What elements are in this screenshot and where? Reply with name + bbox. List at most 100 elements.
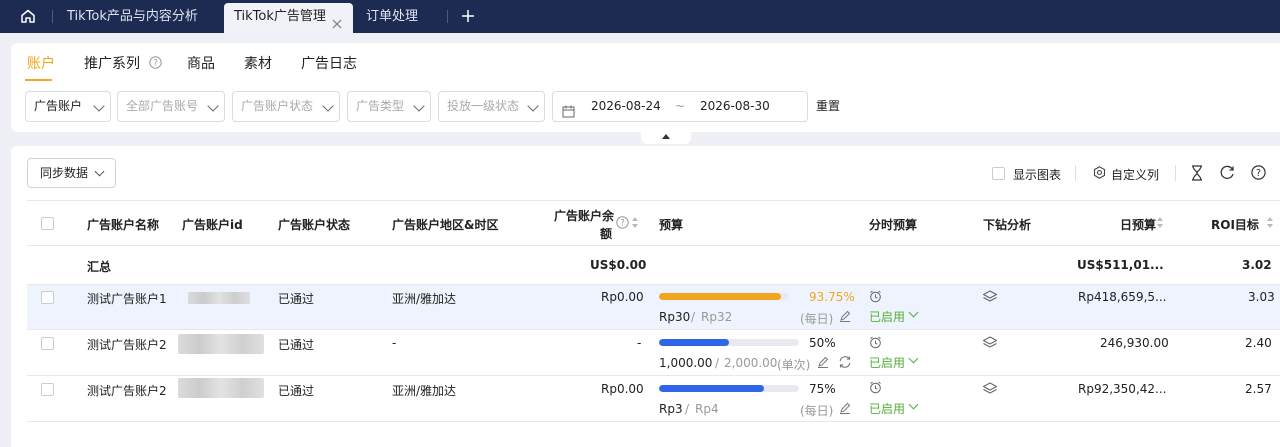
help-icon[interactable]: ? (616, 216, 629, 232)
toolbar-divider (1175, 165, 1176, 181)
date-range-picker[interactable]: 2026-08-24 ~ 2026-08-30 (552, 91, 808, 122)
edit-icon[interactable] (817, 356, 829, 371)
drilldown-icon[interactable] (982, 382, 998, 399)
edit-icon[interactable] (839, 310, 851, 325)
row-balance: - (637, 336, 642, 350)
row-balance: Rp0.00 (601, 290, 644, 304)
calendar-icon (562, 100, 575, 118)
enabled-status[interactable]: 已启用 (869, 400, 905, 417)
help-circle-icon[interactable]: ? (1251, 165, 1266, 183)
reset-button[interactable]: 重置 (816, 91, 840, 122)
account-id-redacted (178, 334, 264, 354)
account-id-redacted (178, 378, 264, 398)
row-divider (27, 329, 1280, 330)
budget-period: (单次) (777, 358, 811, 372)
drilldown-icon[interactable] (982, 290, 998, 307)
drilldown-icon[interactable] (982, 336, 998, 353)
budget-period: (每日) (800, 404, 834, 418)
tab-order-processing[interactable]: 订单处理 (366, 0, 418, 33)
row-divider (27, 284, 1280, 285)
col-drilldown: 下钻分析 (983, 218, 1032, 232)
chevron-down-icon (322, 100, 334, 112)
budget-spent: Rp3 (659, 402, 683, 416)
sort-icon[interactable] (632, 217, 638, 229)
enabled-status[interactable]: 已启用 (869, 354, 905, 371)
show-chart-checkbox[interactable] (992, 167, 1005, 180)
row-divider (27, 375, 1280, 376)
collapse-toggle[interactable] (641, 132, 691, 144)
alarm-clock-icon[interactable] (869, 290, 882, 306)
budget-total: 2,000.00 (724, 356, 778, 370)
help-icon[interactable]: ? (149, 56, 163, 73)
close-icon[interactable] (332, 12, 342, 29)
ad-type-select[interactable]: 广告类型 (347, 91, 431, 122)
enabled-status[interactable]: 已启用 (869, 308, 905, 325)
account-status-placeholder: 广告账户状态 (241, 99, 314, 113)
date-start[interactable]: 2026-08-24 (591, 92, 661, 121)
all-accounts-select[interactable]: 全部广告账号 (117, 91, 225, 122)
budget-progress-fill (659, 293, 781, 300)
row-status: 已通过 (278, 338, 315, 352)
add-tab-icon[interactable] (461, 9, 475, 23)
row-divider (27, 421, 1280, 422)
row-checkbox[interactable] (41, 291, 54, 304)
sort-icon[interactable] (1157, 217, 1163, 229)
budget-progress-fill (659, 339, 729, 346)
alarm-clock-icon[interactable] (869, 381, 882, 397)
row-status: 已通过 (278, 384, 315, 398)
summary-daily-budget: US$511,01... (1077, 258, 1164, 272)
toolbar-divider (1075, 165, 1076, 181)
edit-icon[interactable] (839, 402, 851, 417)
tab-product-analysis[interactable]: TikTok产品与内容分析 (67, 0, 198, 33)
tab-bar: TikTok产品与内容分析 TikTok广告管理 订单处理 (0, 0, 1280, 33)
col-region-timezone: 广告账户地区&时区 (392, 218, 499, 232)
delivery-status-select[interactable]: 投放一级状态 (438, 91, 545, 122)
hourglass-icon[interactable] (1190, 165, 1204, 184)
row-checkbox[interactable] (41, 337, 54, 350)
col-account-status: 广告账户状态 (278, 218, 351, 232)
budget-percent: 50% (809, 336, 836, 350)
budget-spent: Rp30 (659, 310, 691, 324)
caret-up-icon (662, 134, 670, 139)
active-tab-underline (25, 79, 52, 81)
subtab-products[interactable]: 商品 (187, 53, 215, 73)
account-status-select[interactable]: 广告账户状态 (232, 91, 340, 122)
subtab-materials[interactable]: 素材 (244, 53, 272, 73)
custom-columns-button[interactable]: 自定义列 (1093, 166, 1163, 182)
subtab-account[interactable]: 账户 (27, 53, 55, 73)
subtab-ad-log[interactable]: 广告日志 (301, 53, 357, 73)
alarm-clock-icon[interactable] (869, 336, 882, 352)
row-checkbox[interactable] (41, 383, 54, 396)
budget-progress-bar (659, 385, 799, 392)
row-region: 亚洲/雅加达 (392, 292, 457, 306)
sync-icon[interactable] (838, 355, 852, 372)
date-separator: ~ (675, 99, 686, 113)
row-roi: 2.57 (1245, 382, 1272, 396)
sort-icon[interactable] (1267, 217, 1273, 229)
col-account-name: 广告账户名称 (87, 218, 160, 232)
subtab-campaign[interactable]: 推广系列 ? (84, 53, 163, 73)
budget-spent: 1,000.00 (659, 356, 713, 370)
refresh-icon[interactable] (1220, 165, 1235, 183)
budget-percent: 75% (809, 382, 836, 396)
chevron-down-icon (413, 100, 425, 112)
col-hourly-budget: 分时预算 (869, 218, 918, 232)
summary-roi: 3.02 (1242, 258, 1272, 272)
row-account-name[interactable]: 测试广告账户2 (87, 336, 167, 353)
col-balance-line2: 额 (600, 227, 613, 241)
row-account-name[interactable]: 测试广告账户2 (87, 382, 167, 399)
account-select-value: 广告账户 (34, 99, 83, 113)
date-end[interactable]: 2026-08-30 (700, 92, 770, 121)
col-budget: 预算 (659, 218, 684, 232)
row-daily-budget: 246,930.00 (1100, 336, 1169, 350)
table-top-border (27, 200, 1280, 201)
sync-data-button[interactable]: 同步数据 (27, 158, 116, 188)
tab-label: TikTok广告管理 (234, 9, 326, 24)
select-all-checkbox[interactable] (41, 217, 54, 230)
row-region: 亚洲/雅加达 (392, 384, 457, 398)
home-icon[interactable] (20, 8, 36, 24)
row-account-name[interactable]: 测试广告账户1 (87, 290, 167, 307)
account-select[interactable]: 广告账户 (25, 91, 111, 122)
tab-ad-management[interactable]: TikTok广告管理 (224, 3, 353, 33)
row-balance: Rp0.00 (601, 382, 644, 396)
